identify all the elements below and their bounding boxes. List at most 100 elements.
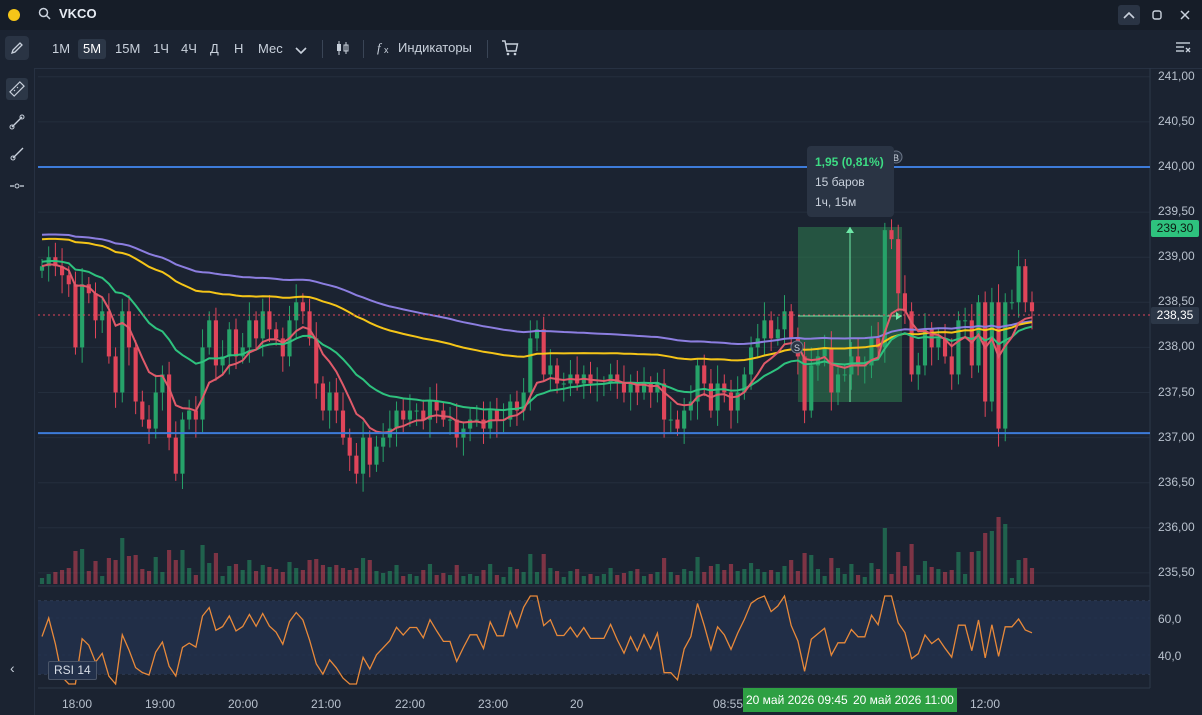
candle [775, 329, 780, 339]
volume-bar [314, 559, 319, 584]
price-axis-label: 235,50 [1158, 564, 1195, 579]
volume-bar [916, 575, 921, 584]
candle [628, 383, 633, 393]
volume-bar [1016, 560, 1021, 584]
candle [621, 383, 627, 393]
candle [394, 410, 399, 429]
candle [146, 419, 152, 429]
measure-duration: 1ч, 15м [815, 195, 857, 209]
volume-bar [762, 572, 767, 584]
candle [682, 410, 687, 429]
volume-bar [876, 569, 881, 584]
volume-bar [233, 564, 239, 584]
candle [227, 329, 232, 357]
rsi-band [38, 601, 1150, 674]
candle [829, 347, 834, 393]
volume-bar [842, 574, 847, 584]
candle [949, 356, 954, 375]
volume-bar [468, 574, 473, 584]
candle [294, 302, 299, 321]
volume-bar [113, 560, 118, 584]
sell-marker-label: S [794, 343, 800, 353]
candle [668, 419, 673, 421]
volume-bar [59, 570, 65, 584]
time-label: 23:00 [478, 697, 509, 711]
volume-bar [240, 570, 245, 584]
volume-bar [327, 567, 332, 584]
candle [354, 455, 359, 474]
candle [320, 383, 326, 411]
candle [715, 383, 720, 411]
candle [407, 410, 412, 420]
volume-bar [728, 564, 734, 584]
volume-bar [173, 560, 178, 584]
volume-bar [481, 570, 486, 584]
volume-bar [153, 557, 158, 584]
candle [728, 392, 734, 411]
volume-bar [414, 576, 419, 584]
candle [327, 392, 332, 411]
volume-bar [427, 564, 433, 584]
volume-bar [628, 571, 633, 584]
range-start-badge: 20 май 2026 09:45 [743, 688, 851, 712]
volume-bar [809, 555, 814, 584]
candle [100, 311, 105, 321]
volume-bar [307, 560, 312, 584]
price-axis-label: 240,00 [1158, 159, 1195, 173]
measure-bars: 15 баров [815, 175, 865, 189]
volume-bar [494, 575, 499, 584]
price-axis-label: 237,50 [1158, 384, 1195, 399]
price-chart[interactable]: SB [0, 0, 1202, 715]
volume-bar [775, 572, 780, 584]
candle [748, 347, 754, 375]
volume-bar [66, 568, 71, 584]
volume-bar [936, 569, 941, 584]
volume-bar [521, 572, 526, 584]
candle [113, 356, 118, 393]
volume-bar [561, 577, 566, 584]
candle [73, 284, 78, 348]
candle [247, 320, 252, 348]
candle [367, 437, 372, 465]
volume-bar [100, 576, 105, 584]
last-price-badge: 238,35 [1151, 307, 1199, 324]
volume-bar [869, 563, 874, 584]
volume-bar [548, 568, 553, 584]
volume-bar [106, 558, 111, 584]
time-label: 19:00 [145, 697, 176, 711]
rsi-axis-label: 40,0 [1158, 649, 1182, 663]
volume-bar [902, 566, 907, 584]
current-price-badge: 239,30 [1151, 220, 1199, 237]
volume-bar [334, 565, 339, 584]
measure-change: 1,95 (0,81%) [815, 155, 884, 169]
volume-bar [695, 557, 700, 584]
volume-bar [93, 561, 98, 584]
candle [474, 419, 479, 421]
candle [936, 338, 941, 348]
volume-bar [909, 544, 914, 584]
candle [140, 401, 145, 420]
candle [434, 401, 439, 411]
candle [996, 302, 1001, 429]
volume-bar [856, 575, 861, 584]
volume-bar [387, 571, 392, 584]
volume-bar [381, 573, 386, 584]
candle [963, 320, 968, 322]
candle [1009, 302, 1015, 304]
volume-bar [976, 551, 981, 584]
volume-bar [1029, 568, 1035, 584]
time-label: 18:00 [62, 697, 93, 711]
rsi-indicator-label[interactable]: RSI 14 [48, 661, 97, 680]
volume-bar [300, 570, 305, 584]
volume-bar [822, 576, 827, 584]
candle [414, 410, 419, 412]
candle [133, 347, 138, 402]
volume-bar [394, 565, 399, 584]
volume-bar [608, 568, 613, 584]
volume-bar [434, 575, 439, 584]
volume-bar [1003, 524, 1008, 584]
candle [916, 365, 921, 375]
volume-bar [441, 573, 446, 584]
candle [835, 374, 841, 393]
volume-bar [862, 577, 867, 584]
